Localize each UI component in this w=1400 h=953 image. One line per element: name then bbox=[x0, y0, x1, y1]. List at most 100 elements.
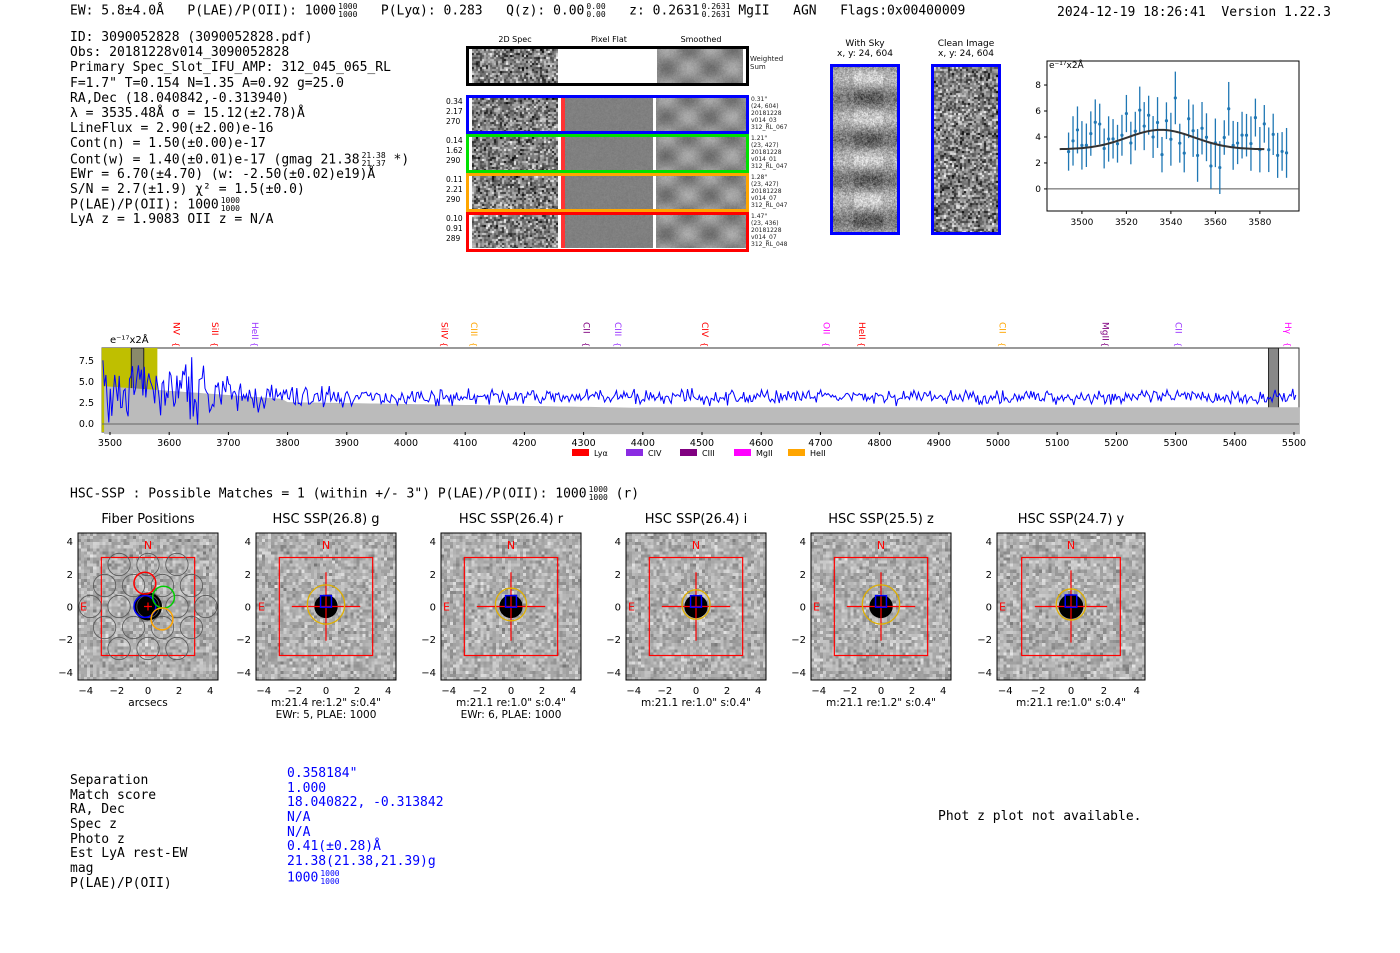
value-rest-ew: 0.41(±0.28)Å bbox=[287, 839, 381, 855]
y-tick-label: 2 bbox=[67, 570, 73, 581]
label-plae: P(LAE)/P(OII) bbox=[70, 875, 172, 891]
header-pixel-flat: Pixel Flat bbox=[591, 35, 627, 44]
label-rest-ew: Est LyA rest-EW bbox=[70, 846, 188, 862]
north-label: N bbox=[692, 539, 700, 552]
y-tick-label: 4 bbox=[245, 537, 251, 548]
east-label: E bbox=[258, 601, 265, 614]
data-point bbox=[1124, 111, 1129, 116]
y-tick-label: −2 bbox=[421, 635, 436, 646]
emission-line-label: NV bbox=[170, 322, 180, 336]
x-tick-label: 0 bbox=[1068, 686, 1074, 697]
hsc-title-text: HSC-SSP : Possible Matches = 1 (within +… bbox=[70, 486, 587, 502]
y-tick-label: 6 bbox=[1035, 107, 1041, 117]
info-lineflux: LineFlux = 2.90(±2.00)e-16 bbox=[70, 121, 274, 137]
hsc-title: HSC-SSP : Possible Matches = 1 (within +… bbox=[70, 486, 639, 502]
value-separation: 0.358184" bbox=[287, 766, 358, 781]
x-tick-label: −4 bbox=[256, 686, 271, 697]
fiber-cutout-row bbox=[466, 173, 749, 212]
emission-line-marker: { bbox=[439, 342, 448, 347]
qz-lo: 0.00 bbox=[586, 10, 606, 19]
x-tick-label: 4600 bbox=[749, 438, 773, 449]
emission-line-label: CIII bbox=[468, 322, 478, 336]
row-info-line: 20181228 bbox=[751, 227, 782, 234]
row-smoothed bbox=[656, 176, 746, 209]
x-tick-label: −4 bbox=[998, 686, 1013, 697]
x-tick-label: 4900 bbox=[927, 438, 951, 449]
x-tick-label: 4 bbox=[385, 686, 391, 697]
version: Version 1.22.3 bbox=[1221, 5, 1331, 20]
x-tick-label: −4 bbox=[811, 686, 826, 697]
y-tick-label: 2.5 bbox=[79, 398, 94, 409]
row-info-line: 312_RL_047 bbox=[751, 163, 788, 170]
x-tick-label: 4 bbox=[207, 686, 213, 697]
label-separation: Separation bbox=[70, 773, 149, 788]
emission-line-marker: { bbox=[998, 342, 1007, 347]
row-info-line: (23, 427) bbox=[751, 181, 779, 188]
data-point bbox=[1262, 122, 1266, 126]
label-match-score: Match score bbox=[70, 787, 157, 803]
weighted-sum-cutout bbox=[466, 46, 749, 86]
panel-title: HSC SSP(26.8) g bbox=[272, 512, 380, 527]
x-tick-label: 4100 bbox=[453, 438, 477, 449]
value-plae: 1000 1000 1000 bbox=[287, 869, 444, 885]
emission-line-label: CII bbox=[1173, 322, 1183, 334]
y-tick-label: 4 bbox=[800, 537, 806, 548]
panel-caption-1: m:21.1 re:1.2" s:0.4" bbox=[826, 697, 936, 709]
emission-line-label: CIV bbox=[699, 322, 709, 338]
data-point bbox=[1151, 135, 1155, 139]
x-tick-label: 5500 bbox=[1282, 438, 1306, 449]
panel-caption-1: arcsecs bbox=[128, 697, 168, 709]
row-2d-spec bbox=[472, 98, 558, 131]
east-label: E bbox=[443, 601, 450, 614]
row-stat: 1.62 bbox=[446, 146, 463, 155]
plae-value: P(LAE)/P(OII): 1000 bbox=[187, 3, 337, 19]
data-point bbox=[1280, 149, 1284, 154]
x-tick-label: −4 bbox=[626, 686, 641, 697]
detection-info: ID: 3090052828 (3090052828.pdf) Obs: 201… bbox=[70, 30, 409, 227]
match-labels: Separation Match score RA, Dec Spec z Ph… bbox=[70, 773, 188, 892]
panel-title: HSC SSP(24.7) y bbox=[1017, 512, 1125, 527]
east-label: E bbox=[80, 601, 87, 614]
data-point bbox=[1253, 115, 1258, 120]
row-pixel-flat bbox=[565, 137, 653, 170]
y-tick-label: 4 bbox=[615, 537, 621, 548]
cutout-panel: N E 4 2 0 −2 −4 −4 −2 0 2 4 bbox=[791, 532, 952, 697]
datetime-version: 2024-12-19 18:26:41 Version 1.22.3 bbox=[1057, 5, 1331, 20]
row-left-stats: 0.11 2.21 290 bbox=[446, 175, 463, 205]
data-point bbox=[1071, 139, 1075, 143]
data-point bbox=[1129, 141, 1133, 145]
x-tick-label: 2 bbox=[539, 686, 545, 697]
legend-swatch bbox=[734, 449, 751, 456]
row-stat: 289 bbox=[446, 234, 461, 243]
info-obs: Obs: 20181228v014_3090052828 bbox=[70, 45, 290, 61]
x-tick-label: 2 bbox=[909, 686, 915, 697]
cutout-panel: N E 4 2 0 −2 −4 −4 −2 0 2 4 bbox=[236, 532, 397, 697]
y-tick-label: 0 bbox=[245, 603, 251, 614]
cutout-panel: N E 4 2 0 −2 −4 −4 −2 0 2 4 bbox=[977, 532, 1146, 697]
x-tick-label: 4200 bbox=[512, 438, 536, 449]
emission-line-label: HeII bbox=[856, 322, 866, 340]
row-right-info: 0.31" (24, 604) 20181228 v014_03 312_RL_067 bbox=[751, 96, 787, 131]
row-info-line: 312_RL_067 bbox=[751, 124, 788, 131]
x-tick-label: 4000 bbox=[394, 438, 418, 449]
emission-line-label: MgII bbox=[1100, 322, 1110, 341]
spectrum-unit: e⁻¹⁷x2Å bbox=[110, 335, 149, 346]
z-value: z: 0.2631 bbox=[629, 3, 700, 19]
emission-line-marker: { bbox=[1174, 342, 1183, 347]
info-params: F=1.7" T=0.154 N=1.35 A=0.92 g=25.0 bbox=[70, 75, 344, 91]
row-info-line: 312_RL_047 bbox=[751, 202, 788, 209]
data-point bbox=[1244, 133, 1249, 137]
weighted-sum-label: Weighted Sum bbox=[750, 55, 784, 71]
info-ewr: EWr = 6.70(±4.70) (w: -2.50(±0.02)e19)Å bbox=[70, 166, 376, 182]
y-tick-label: 5.0 bbox=[79, 377, 94, 388]
x-tick-label: 3900 bbox=[335, 438, 359, 449]
x-tick-label: 4 bbox=[570, 686, 576, 697]
x-tick-label: 4500 bbox=[690, 438, 714, 449]
y-tick-label: 2 bbox=[986, 570, 992, 581]
x-tick-label: 3560 bbox=[1204, 218, 1227, 228]
x-tick-label: 4 bbox=[1134, 686, 1140, 697]
data-point bbox=[1120, 133, 1124, 137]
y-tick-label: −4 bbox=[421, 668, 436, 679]
emission-line-label: SiII bbox=[209, 322, 219, 336]
y-tick-label: 8 bbox=[1035, 81, 1041, 91]
